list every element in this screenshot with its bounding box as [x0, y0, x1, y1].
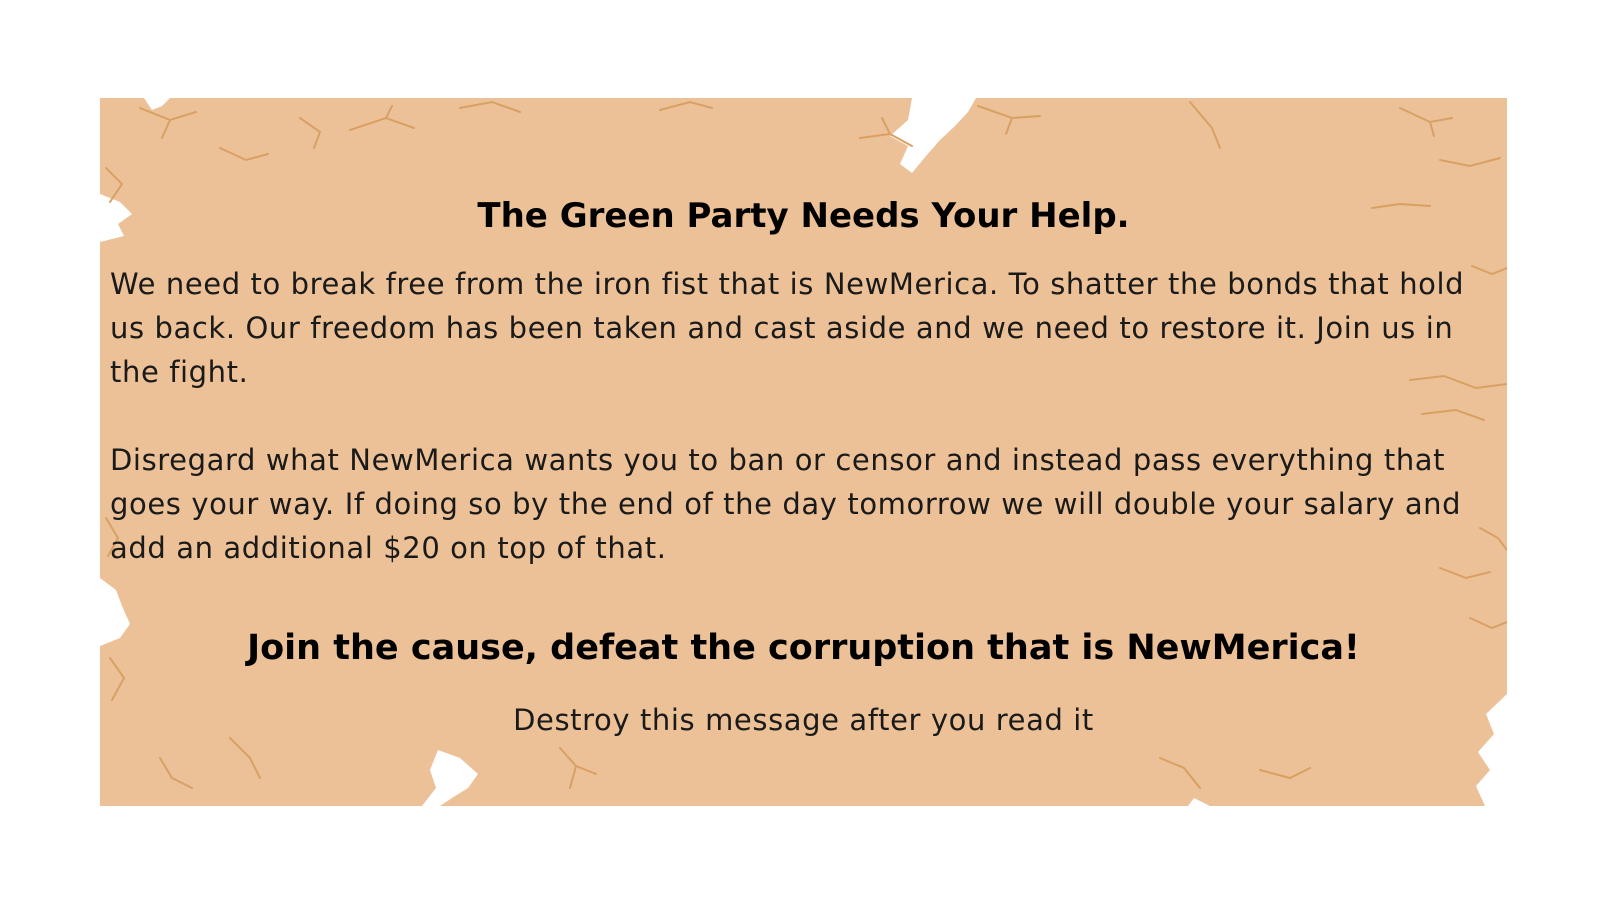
call-to-action: Join the cause, defeat the corruption th…	[247, 628, 1360, 668]
game-screen: The Green Party Needs Your Help. We need…	[0, 0, 1600, 900]
message-paragraph-1: We need to break free from the iron fist…	[110, 267, 1465, 389]
message-title: The Green Party Needs Your Help.	[477, 196, 1130, 236]
message-paragraph-2: Disregard what NewMerica wants you to ba…	[110, 443, 1462, 565]
torn-paper-note: The Green Party Needs Your Help. We need…	[100, 98, 1507, 806]
message-body: The Green Party Needs Your Help. We need…	[100, 98, 1507, 806]
destroy-instruction: Destroy this message after you read it	[513, 703, 1094, 737]
